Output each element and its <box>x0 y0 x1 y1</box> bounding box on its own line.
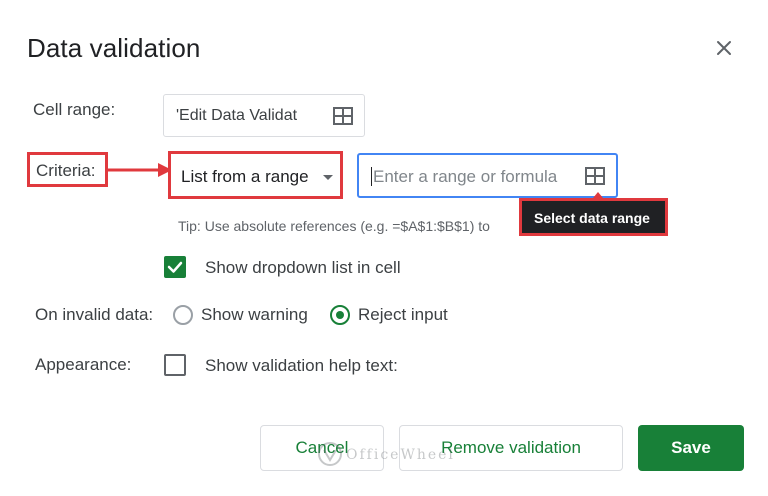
cell-range-value: 'Edit Data Validat <box>176 107 298 124</box>
watermark-text: OfficeWheel <box>346 447 455 463</box>
chevron-down-icon <box>323 175 333 180</box>
dialog-title: Data validation <box>27 33 201 63</box>
appearance-label: Appearance: <box>35 355 132 374</box>
tooltip-pointer <box>593 192 603 198</box>
criteria-dropdown-value: List from a range <box>181 167 309 186</box>
criteria-label: Criteria: <box>36 161 96 180</box>
save-button[interactable]: Save <box>638 425 744 471</box>
select-range-tooltip: Select data range <box>519 192 668 236</box>
text-cursor <box>371 167 372 186</box>
criteria-dropdown[interactable]: List from a range <box>168 151 343 199</box>
reject-input-label: Reject input <box>358 305 448 324</box>
arrow-annotation-icon <box>108 163 172 177</box>
grid-icon[interactable] <box>585 167 605 185</box>
cell-range-input[interactable]: 'Edit Data Validat <box>163 94 365 137</box>
checkmark-icon <box>167 261 183 273</box>
close-icon[interactable] <box>712 36 736 60</box>
tooltip-text: Select data range <box>534 210 650 226</box>
show-dropdown-label: Show dropdown list in cell <box>205 258 401 277</box>
radio-reject-input[interactable] <box>330 305 350 325</box>
help-text-label: Show validation help text: <box>205 356 398 375</box>
help-text-checkbox[interactable] <box>164 354 186 376</box>
radio-show-warning[interactable] <box>173 305 193 325</box>
range-input-placeholder: Enter a range or formula <box>373 167 558 186</box>
show-dropdown-checkbox[interactable] <box>164 256 186 278</box>
show-warning-label: Show warning <box>201 305 308 324</box>
criteria-label-highlight: Criteria: <box>27 152 108 187</box>
range-input[interactable]: Enter a range or formula <box>357 153 618 198</box>
invalid-data-label: On invalid data: <box>35 305 154 324</box>
cell-range-label: Cell range: <box>33 100 116 119</box>
grid-icon[interactable] <box>333 107 353 125</box>
tip-text: Tip: Use absolute references (e.g. =$A$1… <box>178 218 490 234</box>
officewheel-logo-icon <box>318 442 342 466</box>
watermark: OfficeWheel <box>316 437 486 471</box>
